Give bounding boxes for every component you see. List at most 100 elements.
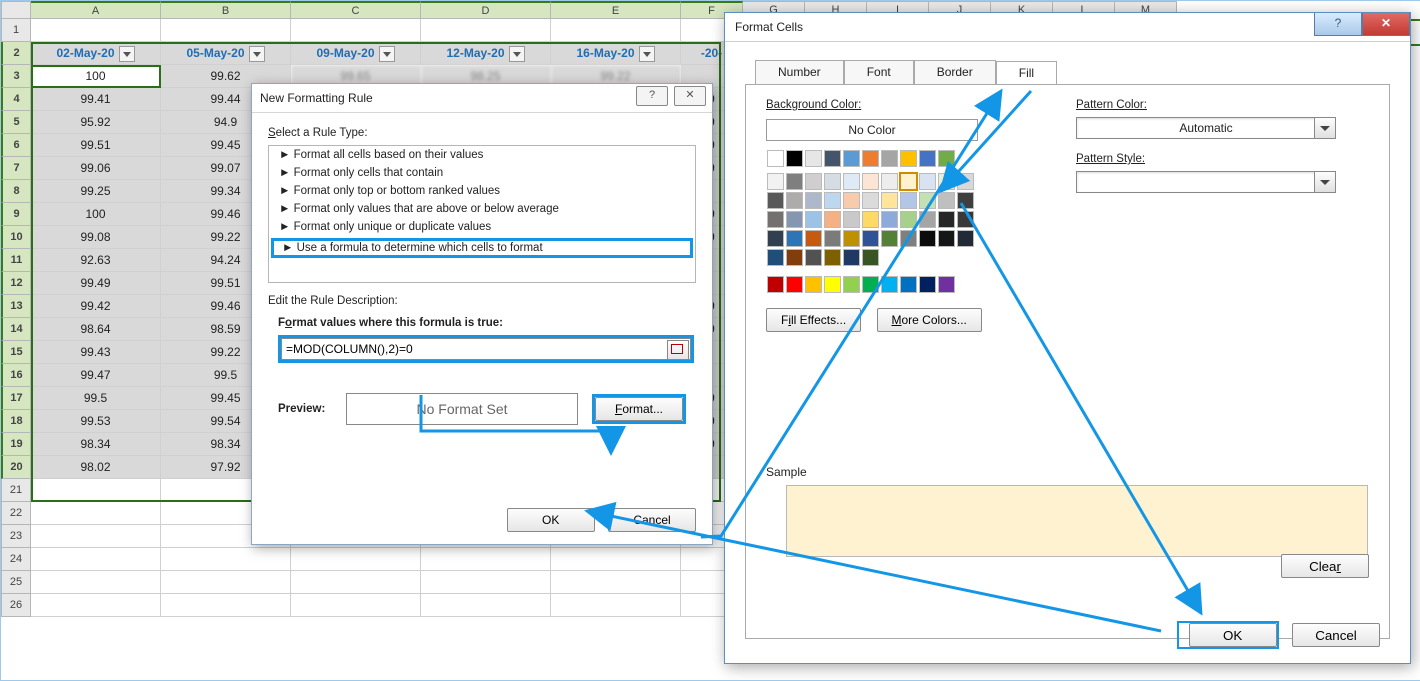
color-swatch[interactable] [786, 192, 803, 209]
color-swatch[interactable] [957, 192, 974, 209]
data-cell[interactable]: 99.08 [31, 226, 161, 249]
row-header-6[interactable]: 6 [1, 134, 31, 157]
color-swatch[interactable] [805, 249, 822, 266]
tab-font[interactable]: Font [844, 60, 914, 84]
cell[interactable] [31, 19, 161, 42]
row-header-16[interactable]: 16 [1, 364, 31, 387]
data-cell[interactable]: 98.64 [31, 318, 161, 341]
color-swatch[interactable] [919, 211, 936, 228]
empty-cell[interactable] [31, 548, 161, 571]
color-swatch[interactable] [938, 230, 955, 247]
data-cell[interactable]: 100 [31, 203, 161, 226]
format-button[interactable]: Format... [595, 397, 683, 421]
data-cell[interactable]: 99.49 [31, 272, 161, 295]
color-swatch[interactable] [881, 173, 898, 190]
color-swatch[interactable] [824, 192, 841, 209]
chevron-down-icon[interactable] [1314, 118, 1335, 138]
color-swatch[interactable] [900, 211, 917, 228]
color-swatch[interactable] [767, 230, 784, 247]
color-swatch[interactable] [900, 276, 917, 293]
pattern-style-select[interactable] [1076, 171, 1336, 193]
color-swatch[interactable] [881, 150, 898, 167]
filter-dropdown-icon[interactable] [379, 46, 395, 62]
color-swatch[interactable] [786, 173, 803, 190]
tab-number[interactable]: Number [755, 60, 844, 84]
color-swatch[interactable] [786, 276, 803, 293]
color-swatch[interactable] [786, 230, 803, 247]
empty-cell[interactable] [291, 594, 421, 617]
empty-cell[interactable] [31, 571, 161, 594]
chevron-down-icon[interactable] [1314, 172, 1335, 192]
empty-cell[interactable] [31, 525, 161, 548]
color-swatch[interactable] [843, 150, 860, 167]
pattern-color-select[interactable]: Automatic [1076, 117, 1336, 139]
color-swatch[interactable] [938, 173, 955, 190]
row-header-21[interactable]: 21 [1, 479, 31, 502]
color-swatch[interactable] [900, 192, 917, 209]
color-swatch[interactable] [805, 150, 822, 167]
cell[interactable] [291, 19, 421, 42]
color-swatch[interactable] [938, 150, 955, 167]
col-header-B[interactable]: B [161, 1, 291, 19]
data-cell[interactable]: 95.92 [31, 111, 161, 134]
help-icon[interactable]: ? [636, 86, 668, 106]
fc-ok-button[interactable]: OK [1189, 623, 1277, 647]
empty-cell[interactable] [551, 571, 681, 594]
rule-type-option[interactable]: ► Use a formula to determine which cells… [271, 238, 693, 258]
fc-titlebar[interactable]: Format Cells ? ✕ [725, 13, 1410, 42]
empty-cell[interactable] [161, 548, 291, 571]
data-cell[interactable]: 99.51 [31, 134, 161, 157]
filter-dropdown-icon[interactable] [509, 46, 525, 62]
data-cell[interactable]: 99.53 [31, 410, 161, 433]
color-swatch[interactable] [824, 276, 841, 293]
color-swatch[interactable] [786, 249, 803, 266]
color-swatch[interactable] [824, 249, 841, 266]
color-swatch[interactable] [919, 192, 936, 209]
empty-cell[interactable] [291, 571, 421, 594]
row-header-24[interactable]: 24 [1, 548, 31, 571]
row-header-20[interactable]: 20 [1, 456, 31, 479]
color-swatch[interactable] [767, 249, 784, 266]
empty-cell[interactable] [421, 594, 551, 617]
fill-effects-button[interactable]: Fill Effects... [766, 308, 861, 332]
color-swatch[interactable] [843, 249, 860, 266]
color-swatch[interactable] [824, 150, 841, 167]
color-swatch[interactable] [957, 211, 974, 228]
row-header-23[interactable]: 23 [1, 525, 31, 548]
cell[interactable] [421, 19, 551, 42]
empty-cell[interactable] [161, 571, 291, 594]
color-swatch[interactable] [938, 276, 955, 293]
data-cell[interactable]: 100 [31, 65, 161, 88]
color-swatch[interactable] [957, 173, 974, 190]
row-header-2[interactable]: 2 [1, 42, 31, 65]
help-icon[interactable]: ? [1314, 13, 1362, 36]
close-icon[interactable]: ✕ [674, 86, 706, 106]
data-cell[interactable]: 99.47 [31, 364, 161, 387]
color-swatch[interactable] [843, 211, 860, 228]
nfr-ok-button[interactable]: OK [507, 508, 595, 532]
color-swatch[interactable] [862, 276, 879, 293]
rule-type-option[interactable]: ► Format all cells based on their values [269, 146, 695, 164]
color-swatch[interactable] [767, 276, 784, 293]
empty-cell[interactable] [31, 594, 161, 617]
filter-dropdown-icon[interactable] [119, 46, 135, 62]
filter-dropdown-icon[interactable] [249, 46, 265, 62]
color-swatch[interactable] [767, 173, 784, 190]
date-header-cell[interactable]: 12-May-20 [421, 42, 551, 65]
color-swatch[interactable] [862, 230, 879, 247]
color-swatch[interactable] [767, 192, 784, 209]
row-header-22[interactable]: 22 [1, 502, 31, 525]
rule-type-list[interactable]: ► Format all cells based on their values… [268, 145, 696, 283]
rule-type-option[interactable]: ► Format only top or bottom ranked value… [269, 182, 695, 200]
row-header-26[interactable]: 26 [1, 594, 31, 617]
empty-cell[interactable] [551, 594, 681, 617]
color-swatch[interactable] [843, 173, 860, 190]
color-swatch[interactable] [919, 276, 936, 293]
row-header-19[interactable]: 19 [1, 433, 31, 456]
color-swatch[interactable] [805, 230, 822, 247]
nfr-cancel-button[interactable]: Cancel [608, 508, 696, 532]
color-swatch[interactable] [805, 276, 822, 293]
data-cell[interactable]: 98.34 [31, 433, 161, 456]
color-swatch[interactable] [786, 211, 803, 228]
color-swatch[interactable] [843, 276, 860, 293]
